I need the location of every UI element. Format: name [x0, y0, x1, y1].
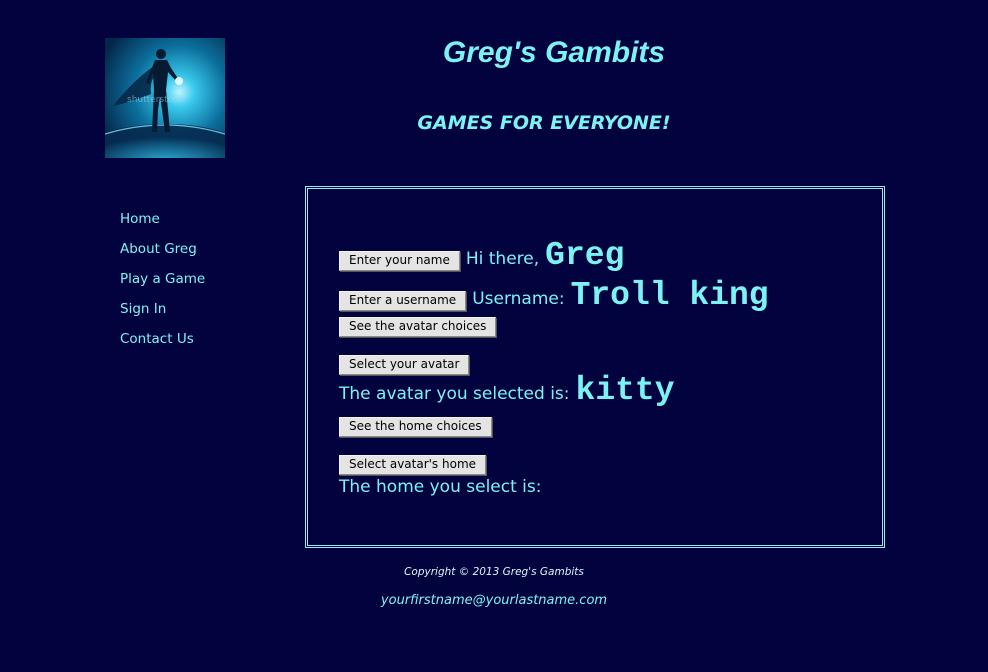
email-link[interactable]: yourfirstname@yourlastname.com — [330, 593, 658, 608]
see-home-choices-button[interactable]: See the home choices — [339, 417, 492, 437]
name-row: Enter your name Hi there, Greg — [339, 237, 624, 274]
greeting-value: Greg — [545, 237, 625, 274]
superhero-logo-image: shutterstock — [105, 38, 225, 158]
home-result: The home you select is: — [339, 477, 547, 497]
home-choices-row: See the home choices — [339, 417, 498, 437]
avatar-label: The avatar you selected is: — [339, 384, 570, 404]
copyright: Copyright © 2013 Greg's Gambits — [404, 566, 584, 578]
username-value: Troll king — [570, 277, 769, 314]
content-box: Enter your name Hi there, Greg Enter a u… — [305, 186, 885, 548]
avatar-choices-row: See the avatar choices — [339, 317, 502, 337]
select-home-row: Select avatar's home — [339, 455, 492, 475]
nav-item-home[interactable]: Home — [120, 209, 205, 239]
logo: shutterstock — [105, 38, 225, 158]
enter-name-button[interactable]: Enter your name — [339, 251, 460, 271]
nav-item-sign-in[interactable]: Sign In — [120, 299, 205, 329]
main-nav: Home About Greg Play a Game Sign In Cont… — [120, 209, 205, 359]
avatar-value: kitty — [575, 372, 675, 409]
username-row: Enter a username Username: Troll king — [339, 277, 769, 314]
username-label: Username: — [472, 289, 565, 309]
home-label: The home you select is: — [339, 477, 542, 497]
nav-item-about-greg[interactable]: About Greg — [120, 239, 205, 269]
tagline: GAMES FOR EVERYONE! — [417, 112, 671, 134]
greeting-label: Hi there, — [465, 249, 540, 269]
nav-item-play-a-game[interactable]: Play a Game — [120, 269, 205, 299]
avatar-result: The avatar you selected is: kitty — [339, 372, 675, 409]
select-home-button[interactable]: Select avatar's home — [339, 455, 487, 475]
see-avatar-choices-button[interactable]: See the avatar choices — [339, 317, 497, 337]
site-title: Greg's Gambits — [442, 36, 666, 69]
enter-username-button[interactable]: Enter a username — [339, 291, 467, 311]
page: shutterstock Greg's Gambits GAMES FOR EV… — [0, 0, 988, 672]
nav-item-contact-us[interactable]: Contact Us — [120, 329, 205, 359]
logo-watermark: shutterstock — [127, 95, 184, 105]
